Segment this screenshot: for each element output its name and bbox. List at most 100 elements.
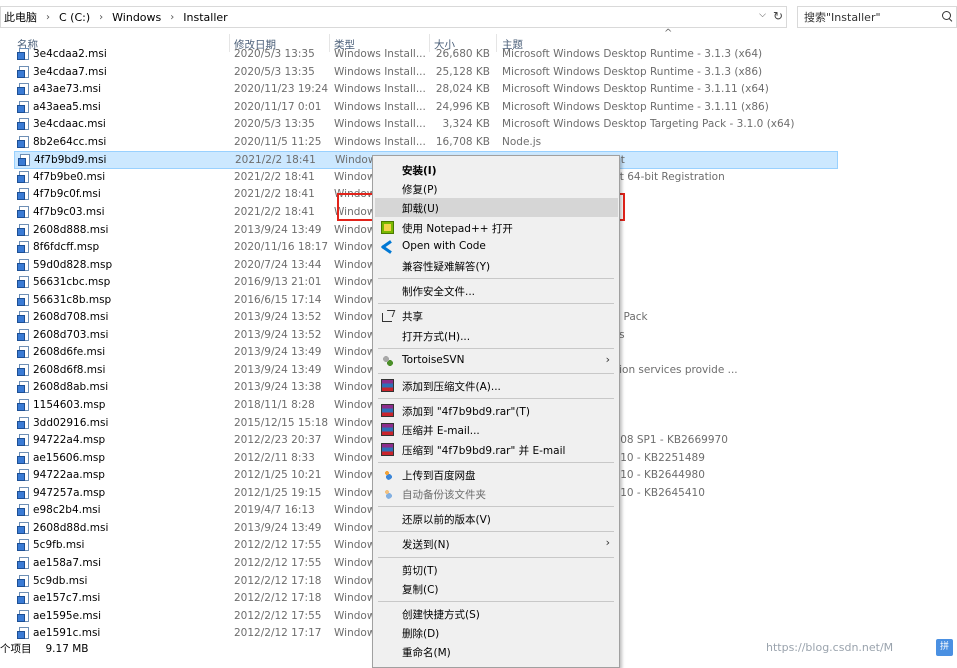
file-row[interactable]: 8b2e64cc.msi 2020/11/5 11:25 Windows Insta…	[14, 134, 838, 152]
breadcrumb-this-pc[interactable]: 此电脑	[1, 9, 40, 25]
menu-item-addarchive[interactable]: 添加到压缩文件(A)...	[375, 376, 618, 395]
msi-file-icon	[17, 188, 30, 201]
file-subject: Microsoft Windows Desktop Runtime - 3.1.…	[502, 100, 769, 113]
file-name: ae157c7.msi	[33, 592, 101, 605]
menu-item-shortcut[interactable]: 创建快捷方式(S)	[375, 604, 618, 623]
file-date: 2012/1/25 19:15	[234, 486, 322, 499]
msi-file-icon	[17, 539, 30, 552]
file-date: 2019/4/7 16:13	[234, 504, 315, 517]
file-name: 3e4cdaa7.msi	[33, 65, 107, 78]
address-dropdown-chevron-icon[interactable]: ⌵	[759, 10, 766, 20]
file-date: 2012/2/12 17:55	[234, 539, 322, 552]
msi-file-icon	[18, 154, 31, 167]
menu-item-label: 删除(D)	[402, 628, 440, 641]
menu-item-emailzip[interactable]: 压缩并 E-mail...	[375, 420, 618, 439]
context-menu: 安装(I) 修复(P) 卸载(U) 使用 Notepad++ 打开 Open with …	[372, 155, 620, 668]
file-date: 2013/9/24 13:52	[234, 328, 322, 341]
breadcrumb-separator-icon[interactable]: ›	[164, 12, 180, 23]
file-name: 8b2e64cc.msi	[33, 135, 107, 148]
file-name: 2608d703.msi	[33, 328, 109, 341]
file-row[interactable]: 3e4cdaac.msi 2020/5/3 13:35 Windows Instal…	[14, 116, 838, 134]
breadcrumb-windows[interactable]: Windows	[109, 11, 164, 24]
menu-item-svn[interactable]: TortoiseSVN ›	[375, 351, 618, 370]
file-type: Window	[335, 154, 377, 167]
file-size: 25,128 KB	[435, 65, 490, 78]
menu-item-baidu[interactable]: 上传到百度网盘	[375, 465, 618, 484]
file-date: 2013/9/24 13:38	[234, 381, 322, 394]
notepadpp-icon	[381, 220, 394, 234]
menu-item-backup[interactable]: 自动备份该文件夹	[375, 484, 618, 503]
file-type: Window	[334, 346, 376, 359]
file-type: Window	[334, 592, 376, 605]
file-size: 26,680 KB	[435, 48, 490, 60]
menu-item-label: 打开方式(H)...	[402, 330, 471, 343]
menu-item-share[interactable]: 共享	[375, 306, 618, 325]
breadcrumb-separator-icon[interactable]: ›	[93, 12, 109, 23]
menu-item-sendto[interactable]: 发送到(N) ›	[375, 534, 618, 553]
menu-item-cut[interactable]: 剪切(T)	[375, 560, 618, 579]
menu-item-uninstall[interactable]: 卸载(U)	[375, 198, 618, 218]
menu-item-emailrar[interactable]: 压缩到 "4f7b9bd9.rar" 并 E-mail	[375, 440, 618, 459]
file-type: Windows Install...	[334, 48, 426, 60]
refresh-icon[interactable]: ↻	[773, 9, 783, 23]
file-row[interactable]: a43aea5.msi 2020/11/17 0:01 Windows Instal…	[14, 99, 838, 117]
menu-item-openwith[interactable]: 打开方式(H)...	[375, 326, 618, 345]
file-date: 2021/2/2 18:41	[234, 205, 315, 218]
breadcrumb-separator-icon[interactable]: ›	[40, 12, 56, 23]
file-date: 2012/2/12 17:17	[234, 627, 322, 640]
menu-item-addrar[interactable]: 添加到 "4f7b9bd9.rar"(T)	[375, 401, 618, 420]
file-name: 5c9db.msi	[33, 574, 88, 587]
menu-item-vscode[interactable]: Open with Code	[375, 237, 618, 256]
winrar-icon	[381, 404, 394, 418]
file-name: ae158a7.msi	[33, 556, 102, 569]
menu-item-label: 还原以前的版本(V)	[402, 514, 491, 527]
file-name: 94722a4.msp	[33, 434, 106, 447]
winrar-icon	[381, 423, 394, 437]
file-name: 2608d708.msi	[33, 311, 109, 324]
menu-item-install[interactable]: 安装(I)	[375, 160, 618, 179]
menu-item-restore[interactable]: 还原以前的版本(V)	[375, 509, 618, 528]
file-row[interactable]: a43ae73.msi 2020/11/23 19:24 Windows Insta…	[14, 81, 838, 99]
menu-item-delete[interactable]: 删除(D)	[375, 623, 618, 642]
breadcrumb-drive-c[interactable]: C (C:)	[56, 11, 93, 24]
msi-file-icon	[17, 486, 30, 500]
file-row[interactable]: 3e4cdaa7.msi 2020/5/3 13:35 Windows Instal…	[14, 64, 838, 82]
msi-file-icon	[17, 469, 30, 482]
msi-file-icon	[17, 65, 30, 79]
file-type: Windows Install...	[334, 135, 426, 148]
status-selection-size: 9.17 MB	[45, 643, 89, 655]
menu-item-repair[interactable]: 修复(P)	[375, 179, 618, 198]
menu-item-label: 卸载(U)	[402, 203, 439, 216]
msi-file-icon	[17, 241, 30, 254]
file-type: Window	[334, 381, 376, 394]
menu-item-notepad[interactable]: 使用 Notepad++ 打开	[375, 218, 618, 237]
taskbar-app-icon[interactable]: 拼	[936, 639, 953, 656]
file-date: 2020/11/16 18:17	[234, 241, 329, 254]
file-type: Windows Install...	[334, 118, 426, 131]
search-icon[interactable]	[942, 11, 952, 21]
file-name: 4f7b9c03.msi	[33, 205, 105, 218]
menu-item-copy[interactable]: 复制(C)	[375, 579, 618, 598]
menu-item-compat[interactable]: 兼容性疑难解答(Y)	[375, 256, 618, 275]
file-name: 3e4cdaa2.msi	[33, 48, 107, 60]
file-row[interactable]: 3e4cdaa2.msi 2020/5/3 13:35 Windows Instal…	[14, 46, 838, 64]
file-name: 4f7b9bd9.msi	[34, 154, 107, 167]
search-input[interactable]: 搜索"Installer"	[797, 6, 957, 28]
file-name: a43aea5.msi	[33, 100, 101, 113]
file-type: Window	[334, 328, 376, 341]
search-placeholder: 搜索"Installer"	[804, 11, 881, 24]
breadcrumb-installer[interactable]: Installer	[180, 11, 230, 24]
msi-file-icon	[17, 83, 30, 96]
file-date: 2016/9/13 21:01	[234, 276, 322, 289]
file-name: 2608d6f8.msi	[33, 363, 106, 376]
address-bar[interactable]: 此电脑 › C (C:) › Windows › Installer ⌵ ↻	[0, 6, 787, 28]
address-bar-area: 此电脑 › C (C:) › Windows › Installer ⌵ ↻ 搜…	[0, 0, 957, 34]
menu-separator	[378, 303, 614, 305]
menu-separator	[378, 461, 614, 463]
file-type: Window	[334, 434, 376, 447]
menu-item-security[interactable]: 制作安全文件...	[375, 281, 618, 300]
file-type: Window	[334, 311, 376, 324]
menu-item-rename[interactable]: 重命名(M)	[375, 642, 618, 661]
msi-file-icon	[17, 574, 30, 588]
file-type: Window	[334, 258, 376, 271]
